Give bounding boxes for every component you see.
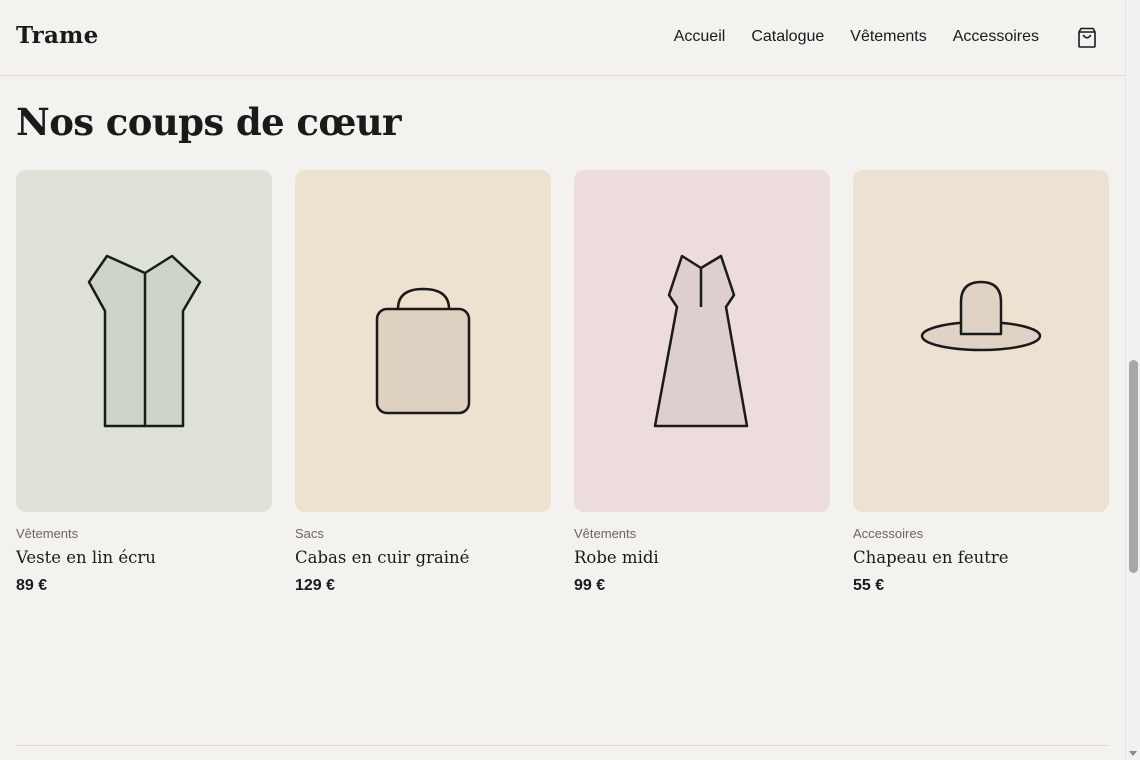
product-name: Cabas en cuir grainé <box>295 548 470 567</box>
product-image <box>853 170 1109 512</box>
nav-accessoires[interactable]: Accessoires <box>953 28 1039 46</box>
product-image <box>295 170 551 512</box>
shopping-bag-icon[interactable] <box>1075 26 1099 50</box>
main-nav: Accueil Catalogue Vêtements Accessoires <box>674 28 1039 46</box>
product-category: Accessoires <box>853 526 924 541</box>
product-card[interactable]: Vêtements Veste en lin écru 89 € <box>16 170 272 595</box>
product-price: 55 € <box>853 577 885 594</box>
nav-accueil[interactable]: Accueil <box>674 28 726 46</box>
product-card[interactable]: Vêtements Robe midi 99 € <box>574 170 830 595</box>
product-name: Chapeau en feutre <box>853 548 1009 567</box>
nav-catalogue[interactable]: Catalogue <box>751 28 824 46</box>
product-card[interactable]: Sacs Cabas en cuir grainé 129 € <box>295 170 551 595</box>
product-price: 99 € <box>574 577 606 594</box>
scrollbar-thumb[interactable] <box>1129 360 1138 573</box>
section-title: Nos coups de cœur <box>16 100 402 144</box>
product-card[interactable]: Accessoires Chapeau en feutre 55 € <box>853 170 1109 595</box>
product-category: Sacs <box>295 526 324 541</box>
jacket-icon <box>87 254 202 428</box>
page: Trame Accueil Catalogue Vêtements Access… <box>0 0 1125 760</box>
logo[interactable]: Trame <box>16 22 98 49</box>
product-price: 89 € <box>16 577 48 594</box>
product-category: Vêtements <box>16 526 79 541</box>
product-name: Robe midi <box>574 548 659 567</box>
product-price: 129 € <box>295 577 336 594</box>
product-category: Vêtements <box>574 526 637 541</box>
vertical-scrollbar[interactable] <box>1125 0 1140 760</box>
scroll-down-arrow-icon[interactable] <box>1129 751 1137 756</box>
product-name: Veste en lin écru <box>16 548 156 567</box>
product-image <box>16 170 272 512</box>
dress-icon <box>653 254 749 428</box>
hat-icon <box>920 280 1042 352</box>
site-header: Trame Accueil Catalogue Vêtements Access… <box>0 0 1125 76</box>
bag-icon <box>375 287 471 415</box>
footer-divider <box>16 745 1109 746</box>
product-image <box>574 170 830 512</box>
product-grid: Vêtements Veste en lin écru 89 € Sacs Ca… <box>16 170 1109 595</box>
nav-vetements[interactable]: Vêtements <box>850 28 926 46</box>
